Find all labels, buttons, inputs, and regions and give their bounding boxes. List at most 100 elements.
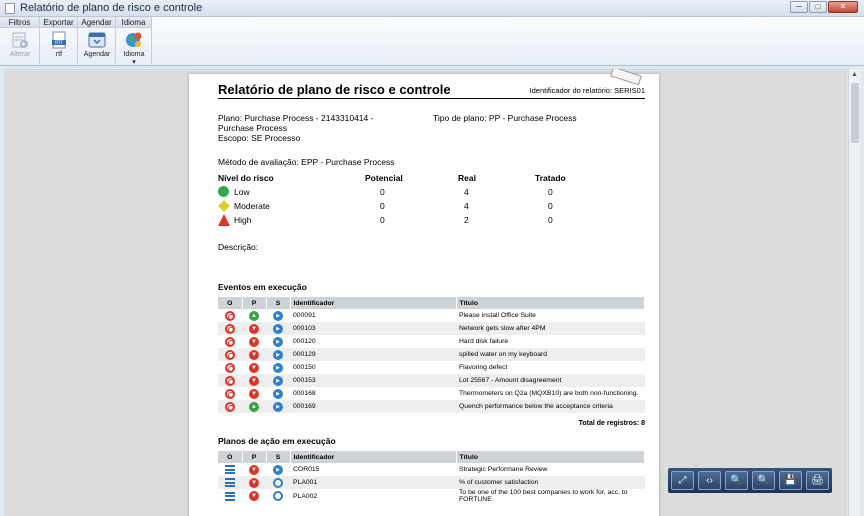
col-o: O: [218, 297, 243, 309]
risk-name: High: [234, 215, 252, 225]
table-row[interactable]: ▼ ▶ 000103 Network gets slow after 4PM: [218, 322, 645, 335]
treated-header: Tratado: [535, 173, 566, 183]
action-list-icon: [225, 465, 235, 474]
table-row[interactable]: ▲ ▶ 000169 Quench performance below the acc…: [218, 400, 645, 413]
high-risk-triangle-icon: [218, 214, 230, 228]
table-row[interactable]: ▲ ▶ 000091 Please install Office Suite: [218, 309, 645, 322]
zoom-out-button[interactable]: 🔍: [725, 471, 748, 490]
col-identifier: Identificador: [290, 451, 457, 463]
col-title: Título: [456, 297, 645, 309]
target-icon: [225, 388, 235, 399]
report-title: Relatório de plano de risco e controle: [218, 82, 451, 97]
play-icon: ▶: [273, 349, 283, 360]
moderate-risk-diamond-icon: [218, 200, 230, 214]
table-row[interactable]: ▼ ▶ COR015 Strategic Performane Review: [218, 463, 645, 476]
edit-filter-icon: [12, 32, 28, 48]
risk-row-low: Low 0 4 0: [218, 186, 618, 201]
vertical-scrollbar[interactable]: ▲: [848, 69, 860, 516]
risk-real: 4: [464, 187, 469, 197]
table-row[interactable]: ▼ PLA001% of customer satisfaction: [218, 476, 645, 489]
plan-identifier: PLA001: [290, 476, 456, 489]
calendar-icon: [88, 32, 106, 48]
table-row[interactable]: ▼ ▶ 000129 spilled water on my keyboard: [218, 348, 645, 361]
maximize-button[interactable]: □: [809, 1, 827, 13]
minimize-button[interactable]: ─: [790, 1, 808, 13]
chevron-down-icon: ▼: [249, 388, 259, 399]
risk-treated: 0: [548, 201, 553, 211]
fit-width-button[interactable]: ‹›: [698, 471, 721, 490]
play-icon: ▶: [273, 362, 283, 373]
print-button[interactable]: 🖨: [806, 471, 829, 490]
idioma-label: Idioma: [123, 51, 145, 58]
plan-title: To be one of the 100 best companies to w…: [459, 489, 628, 503]
risk-row-moderate: Moderate 0 4 0: [218, 200, 618, 215]
table-row[interactable]: ▼ ▶ 000168 Thermometers on Q2a (MQXB10) are…: [218, 387, 645, 400]
risk-real: 4: [464, 201, 469, 211]
event-title: Hard disk failure: [459, 338, 509, 345]
scrollbar-thumb[interactable]: [851, 83, 859, 143]
close-button[interactable]: ✕: [828, 1, 858, 13]
plan-type-text: Tipo de plano: PP - Purchase Process: [433, 113, 577, 123]
globe-icon: [126, 32, 142, 47]
chevron-down-icon: ▼: [249, 349, 259, 360]
zoom-in-button[interactable]: 🔍: [752, 471, 775, 490]
rtf-file-icon: RTF: [52, 31, 66, 49]
rtf-button[interactable]: RTF rtf: [41, 31, 77, 58]
table-row[interactable]: ▼ ▶ 000150 Flavoring defect: [218, 361, 645, 374]
scroll-up-arrow-icon[interactable]: ▲: [849, 69, 860, 80]
events-table: O P S Identificador Título ▲ ▶ 000091 Pleas…: [218, 297, 645, 413]
agendar-label: Agendar: [83, 51, 111, 58]
potential-header: Potencial: [365, 173, 403, 183]
event-identifier: 000129: [290, 348, 456, 361]
group-label: Exportar: [40, 17, 77, 28]
title-bar: Relatório de plano de risco e controle ─…: [0, 0, 864, 17]
chevron-down-icon[interactable]: ▾: [132, 59, 136, 66]
risk-treated: 0: [548, 215, 553, 225]
alterar-button[interactable]: Alterar: [2, 31, 38, 58]
risk-name: Low: [234, 187, 250, 197]
event-identifier: 000091: [293, 312, 316, 319]
risk-header-row: Nível do risco Potencial Real Tratado: [218, 173, 618, 187]
event-title: spilled water on my keyboard: [456, 348, 645, 361]
chevron-down-icon: ▼: [249, 477, 259, 488]
event-title: Network gets slow after 4PM: [456, 322, 645, 335]
action-list-icon: [225, 491, 235, 501]
play-icon: ▶: [273, 464, 283, 475]
ribbon: Filtros Alterar Exportar RTF rtf Agendar…: [0, 17, 864, 66]
plan-identifier: PLA002: [293, 492, 318, 500]
power-icon: [273, 477, 283, 488]
page-corner-decoration: [610, 69, 642, 86]
chevron-down-icon: ▼: [249, 375, 259, 386]
play-icon: ▶: [273, 336, 283, 347]
power-icon: [273, 491, 283, 501]
agendar-button[interactable]: Agendar: [79, 31, 115, 58]
play-icon: ▶: [273, 375, 283, 386]
report-identifier: Identificador do relatório: SERIS01: [529, 86, 645, 95]
risk-real: 2: [464, 215, 469, 225]
play-icon: ▶: [273, 323, 283, 334]
event-title: Lot 25567 - Amount disagreement: [456, 374, 645, 387]
event-title: Quench performance below the acceptance …: [456, 400, 645, 413]
ribbon-group-filtros: Filtros Alterar: [0, 17, 40, 66]
target-icon: [225, 375, 235, 386]
save-button[interactable]: 💾: [779, 471, 802, 490]
group-label: Filtros: [0, 17, 39, 28]
col-title: Título: [456, 451, 645, 463]
col-identifier: Identificador: [290, 297, 457, 309]
table-row[interactable]: ▼ PLA002 To be one of the 100 best compani…: [218, 489, 645, 503]
idioma-button[interactable]: Idioma ▾: [116, 31, 152, 66]
table-row[interactable]: ▼ ▶ 000153 Lot 25567 - Amount disagreement: [218, 374, 645, 387]
document-viewport[interactable]: Relatório de plano de risco e controle I…: [4, 69, 847, 516]
table-row[interactable]: ▼ ▶ 000120 Hard disk failure: [218, 335, 645, 348]
event-identifier: 000169: [290, 400, 456, 413]
rtf-badge: RTF: [55, 40, 64, 46]
fit-page-button[interactable]: ⤢: [671, 471, 694, 490]
event-identifier: 000103: [290, 322, 456, 335]
window-title: Relatório de plano de risco e controle: [20, 2, 203, 14]
event-identifier: 000120: [293, 338, 316, 345]
plan-identifier: COR015: [293, 466, 320, 473]
event-title: Thermometers on Q2a (MQXB10) are both no…: [459, 390, 639, 397]
risk-treated: 0: [548, 187, 553, 197]
chevron-down-icon: ▼: [249, 464, 259, 475]
target-icon: [225, 310, 235, 321]
